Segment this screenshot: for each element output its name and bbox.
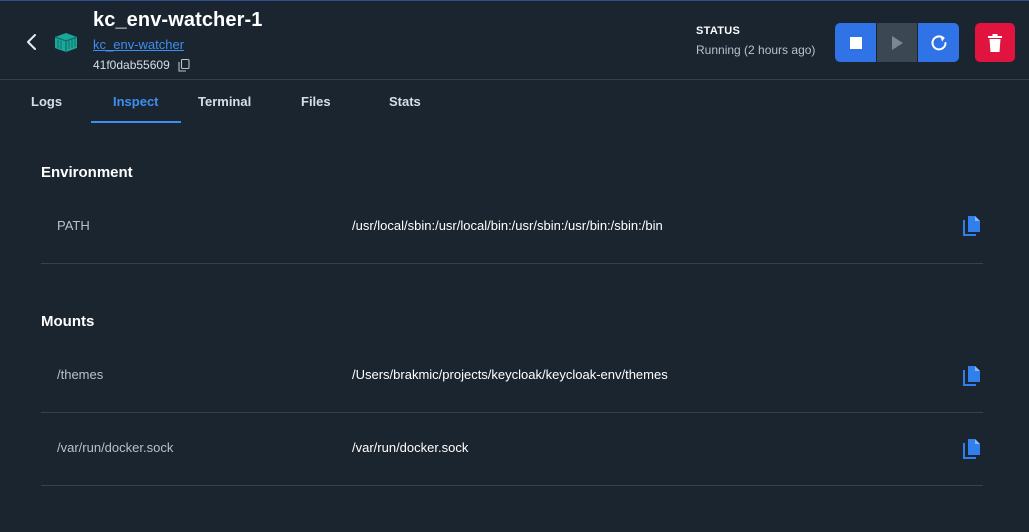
environment-section-title: Environment <box>41 164 133 181</box>
status-label: STATUS <box>696 25 741 37</box>
stop-button[interactable] <box>835 23 876 62</box>
image-link[interactable]: kc_env-watcher <box>93 37 184 52</box>
tab-terminal[interactable]: Terminal <box>198 94 251 109</box>
row-divider <box>41 412 983 413</box>
copy-icon[interactable] <box>961 215 981 237</box>
container-icon <box>54 33 78 52</box>
active-tab-indicator <box>91 121 181 123</box>
env-key-path: PATH <box>57 218 90 233</box>
container-title: kc_env-watcher-1 <box>93 9 263 31</box>
copy-icon[interactable] <box>961 365 981 387</box>
trash-icon <box>988 33 1002 52</box>
env-value-path: /usr/local/sbin:/usr/local/bin:/usr/sbin… <box>352 218 663 233</box>
chevron-left-icon[interactable] <box>22 32 42 52</box>
mount-value-docker-sock: /var/run/docker.sock <box>352 440 469 455</box>
mount-key-docker-sock: /var/run/docker.sock <box>57 440 174 455</box>
play-icon <box>892 35 903 50</box>
start-button[interactable] <box>877 23 917 62</box>
tab-bar: Logs Inspect Terminal Files Stats <box>0 80 1029 124</box>
restart-button[interactable] <box>918 23 959 62</box>
container-id: 41f0dab55609 <box>93 58 170 72</box>
delete-button[interactable] <box>975 23 1015 62</box>
status-value: Running (2 hours ago) <box>696 43 816 57</box>
mount-key-themes: /themes <box>57 367 104 382</box>
mount-value-themes: /Users/brakmic/projects/keycloak/keycloa… <box>352 367 668 382</box>
tab-stats[interactable]: Stats <box>389 94 421 109</box>
row-divider <box>41 263 983 264</box>
stop-icon <box>849 36 862 49</box>
restart-icon <box>931 34 946 50</box>
tab-logs[interactable]: Logs <box>31 94 62 109</box>
tab-inspect[interactable]: Inspect <box>113 94 159 109</box>
mounts-section-title: Mounts <box>41 313 95 330</box>
container-header: kc_env-watcher-1 kc_env-watcher 41f0dab5… <box>0 0 1029 80</box>
copy-icon[interactable] <box>178 59 190 72</box>
copy-icon[interactable] <box>961 438 981 460</box>
tab-files[interactable]: Files <box>301 94 331 109</box>
row-divider <box>41 485 983 486</box>
